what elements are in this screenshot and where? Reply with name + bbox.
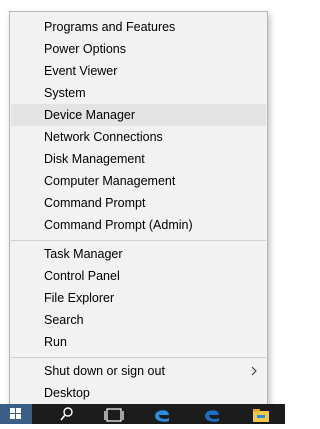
windows-start-icon <box>10 414 15 419</box>
menu-item-desktop[interactable]: Desktop <box>11 382 266 404</box>
windows-start-icon <box>16 408 21 413</box>
menu-item-command-prompt[interactable]: Command Prompt <box>11 192 266 214</box>
menu-item-run[interactable]: Run <box>11 331 266 353</box>
menu-item-control-panel[interactable]: Control Panel <box>11 265 266 287</box>
menu-item-label: Computer Management <box>44 174 176 188</box>
menu-item-label: Run <box>44 335 67 349</box>
menu-item-search[interactable]: Search <box>11 309 266 331</box>
menu-item-label: Task Manager <box>44 247 123 261</box>
menu-item-label: System <box>44 86 86 100</box>
windows-start-icon <box>16 414 21 419</box>
menu-item-label: Device Manager <box>44 108 136 122</box>
menu-item-system[interactable]: System <box>11 82 266 104</box>
menu-item-shut-down-or-sign-out[interactable]: Shut down or sign out <box>11 360 266 382</box>
search-icon <box>60 407 73 421</box>
menu-separator <box>11 240 266 241</box>
taskbar <box>0 404 285 424</box>
windows-start-icon <box>10 408 15 413</box>
menu-item-label: Command Prompt (Admin) <box>44 218 193 232</box>
menu-item-label: Control Panel <box>44 269 120 283</box>
menu-item-label: Search <box>44 313 84 327</box>
winx-power-user-menu: Programs and Features Power Options Even… <box>9 11 268 407</box>
edge-icon <box>155 410 169 422</box>
task-view-button[interactable] <box>100 404 128 424</box>
menu-item-computer-management[interactable]: Computer Management <box>11 170 266 192</box>
menu-item-label: Disk Management <box>44 152 145 166</box>
menu-item-label: Event Viewer <box>44 64 118 78</box>
taskbar-app-edge[interactable] <box>150 404 174 424</box>
menu-item-disk-management[interactable]: Disk Management <box>11 148 266 170</box>
edge-icon <box>205 410 219 422</box>
menu-item-device-manager[interactable]: Device Manager <box>11 104 266 126</box>
menu-item-label: File Explorer <box>44 291 115 305</box>
task-view-icon <box>104 408 124 422</box>
menu-item-command-prompt-admin[interactable]: Command Prompt (Admin) <box>11 214 266 236</box>
chevron-right-icon <box>251 366 257 376</box>
menu-separator <box>11 357 266 358</box>
taskbar-app-edge[interactable] <box>200 404 224 424</box>
start-button[interactable] <box>0 404 32 424</box>
menu-item-label: Network Connections <box>44 130 163 144</box>
file-explorer-icon <box>253 409 269 422</box>
menu-item-label: Power Options <box>44 42 126 56</box>
menu-item-power-options[interactable]: Power Options <box>11 38 266 60</box>
menu-item-label: Desktop <box>44 386 90 400</box>
menu-item-file-explorer[interactable]: File Explorer <box>11 287 266 309</box>
menu-item-label: Command Prompt <box>44 196 146 210</box>
search-button[interactable] <box>48 404 84 424</box>
menu-item-network-connections[interactable]: Network Connections <box>11 126 266 148</box>
menu-item-label: Shut down or sign out <box>44 364 165 378</box>
menu-item-label: Programs and Features <box>44 20 176 34</box>
taskbar-app-file-explorer[interactable] <box>248 404 274 424</box>
menu-item-programs-and-features[interactable]: Programs and Features <box>11 16 266 38</box>
menu-item-task-manager[interactable]: Task Manager <box>11 243 266 265</box>
menu-item-event-viewer[interactable]: Event Viewer <box>11 60 266 82</box>
